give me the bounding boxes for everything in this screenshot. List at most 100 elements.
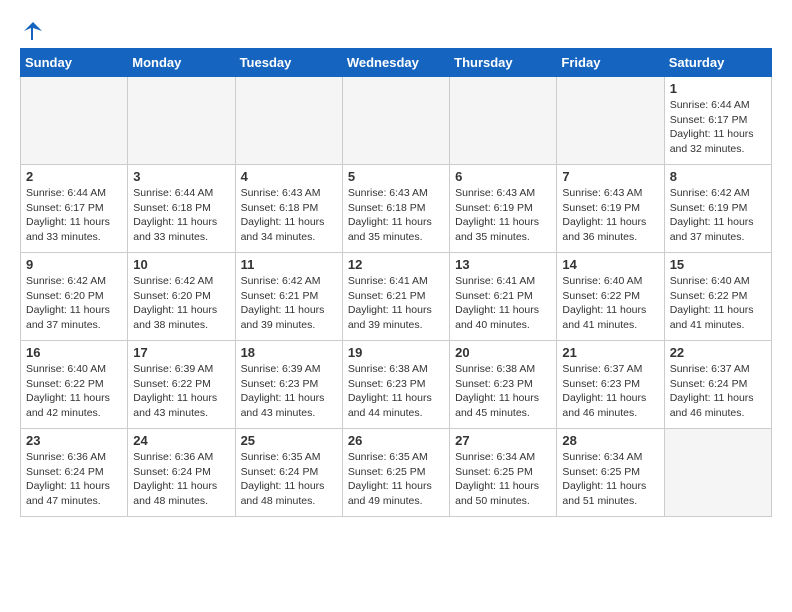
day-number: 15 — [670, 257, 766, 272]
day-info: Sunrise: 6:43 AM Sunset: 6:18 PM Dayligh… — [348, 186, 444, 245]
day-number: 9 — [26, 257, 122, 272]
calendar-cell: 20 Sunrise: 6:38 AM Sunset: 6:23 PM Dayli… — [450, 341, 557, 429]
calendar-cell — [557, 77, 664, 165]
calendar-cell — [235, 77, 342, 165]
day-info: Sunrise: 6:43 AM Sunset: 6:19 PM Dayligh… — [562, 186, 658, 245]
day-info: Sunrise: 6:42 AM Sunset: 6:20 PM Dayligh… — [26, 274, 122, 333]
calendar-cell — [450, 77, 557, 165]
page-header — [20, 20, 772, 38]
day-info: Sunrise: 6:36 AM Sunset: 6:24 PM Dayligh… — [133, 450, 229, 509]
calendar-cell: 19 Sunrise: 6:38 AM Sunset: 6:23 PM Dayli… — [342, 341, 449, 429]
day-info: Sunrise: 6:41 AM Sunset: 6:21 PM Dayligh… — [455, 274, 551, 333]
day-info: Sunrise: 6:36 AM Sunset: 6:24 PM Dayligh… — [26, 450, 122, 509]
calendar-cell: 26 Sunrise: 6:35 AM Sunset: 6:25 PM Dayli… — [342, 429, 449, 517]
day-info: Sunrise: 6:38 AM Sunset: 6:23 PM Dayligh… — [455, 362, 551, 421]
calendar-cell — [21, 77, 128, 165]
weekday-header: Sunday — [21, 49, 128, 77]
calendar-cell: 9 Sunrise: 6:42 AM Sunset: 6:20 PM Daylig… — [21, 253, 128, 341]
calendar-cell — [128, 77, 235, 165]
calendar-cell: 27Sunrise: 6:34 AM Sunset: 6:25 PM Dayli… — [450, 429, 557, 517]
day-info: Sunrise: 6:35 AM Sunset: 6:25 PM Dayligh… — [348, 450, 444, 509]
day-info: Sunrise: 6:39 AM Sunset: 6:22 PM Dayligh… — [133, 362, 229, 421]
day-number: 18 — [241, 345, 337, 360]
day-number: 17 — [133, 345, 229, 360]
day-number: 22 — [670, 345, 766, 360]
day-info: Sunrise: 6:40 AM Sunset: 6:22 PM Dayligh… — [26, 362, 122, 421]
weekday-header: Wednesday — [342, 49, 449, 77]
calendar-table: SundayMondayTuesdayWednesdayThursdayFrid… — [20, 48, 772, 517]
calendar-cell: 15 Sunrise: 6:40 AM Sunset: 6:22 PM Dayli… — [664, 253, 771, 341]
calendar-cell: 8 Sunrise: 6:42 AM Sunset: 6:19 PM Daylig… — [664, 165, 771, 253]
day-info: Sunrise: 6:37 AM Sunset: 6:24 PM Dayligh… — [670, 362, 766, 421]
day-info: Sunrise: 6:38 AM Sunset: 6:23 PM Dayligh… — [348, 362, 444, 421]
calendar-cell: 12 Sunrise: 6:41 AM Sunset: 6:21 PM Dayli… — [342, 253, 449, 341]
weekday-header: Thursday — [450, 49, 557, 77]
day-number: 27 — [455, 433, 551, 448]
day-number: 5 — [348, 169, 444, 184]
calendar-header-row: SundayMondayTuesdayWednesdayThursdayFrid… — [21, 49, 772, 77]
day-number: 2 — [26, 169, 122, 184]
day-number: 7 — [562, 169, 658, 184]
calendar-cell: 5 Sunrise: 6:43 AM Sunset: 6:18 PM Daylig… — [342, 165, 449, 253]
day-info: Sunrise: 6:42 AM Sunset: 6:21 PM Dayligh… — [241, 274, 337, 333]
calendar-week-row: 23 Sunrise: 6:36 AM Sunset: 6:24 PM Dayli… — [21, 429, 772, 517]
calendar-week-row: 16 Sunrise: 6:40 AM Sunset: 6:22 PM Dayli… — [21, 341, 772, 429]
day-info: Sunrise: 6:39 AM Sunset: 6:23 PM Dayligh… — [241, 362, 337, 421]
day-number: 13 — [455, 257, 551, 272]
day-info: Sunrise: 6:42 AM Sunset: 6:19 PM Dayligh… — [670, 186, 766, 245]
day-number: 8 — [670, 169, 766, 184]
day-number: 4 — [241, 169, 337, 184]
calendar-cell: 14 Sunrise: 6:40 AM Sunset: 6:22 PM Dayli… — [557, 253, 664, 341]
day-number: 3 — [133, 169, 229, 184]
weekday-header: Saturday — [664, 49, 771, 77]
day-info: Sunrise: 6:41 AM Sunset: 6:21 PM Dayligh… — [348, 274, 444, 333]
weekday-header: Friday — [557, 49, 664, 77]
day-number: 12 — [348, 257, 444, 272]
day-number: 24 — [133, 433, 229, 448]
calendar-cell: 11 Sunrise: 6:42 AM Sunset: 6:21 PM Dayli… — [235, 253, 342, 341]
calendar-cell: 13 Sunrise: 6:41 AM Sunset: 6:21 PM Dayli… — [450, 253, 557, 341]
day-info: Sunrise: 6:43 AM Sunset: 6:19 PM Dayligh… — [455, 186, 551, 245]
calendar-cell: 6 Sunrise: 6:43 AM Sunset: 6:19 PM Daylig… — [450, 165, 557, 253]
calendar-cell: 3 Sunrise: 6:44 AM Sunset: 6:18 PM Daylig… — [128, 165, 235, 253]
day-number: 20 — [455, 345, 551, 360]
calendar-cell: 18 Sunrise: 6:39 AM Sunset: 6:23 PM Dayli… — [235, 341, 342, 429]
day-number: 10 — [133, 257, 229, 272]
day-number: 1 — [670, 81, 766, 96]
calendar-cell: 17 Sunrise: 6:39 AM Sunset: 6:22 PM Dayli… — [128, 341, 235, 429]
calendar-cell: 4 Sunrise: 6:43 AM Sunset: 6:18 PM Daylig… — [235, 165, 342, 253]
day-info: Sunrise: 6:40 AM Sunset: 6:22 PM Dayligh… — [670, 274, 766, 333]
day-number: 19 — [348, 345, 444, 360]
calendar-cell: 21 Sunrise: 6:37 AM Sunset: 6:23 PM Dayli… — [557, 341, 664, 429]
calendar-cell: 7 Sunrise: 6:43 AM Sunset: 6:19 PM Daylig… — [557, 165, 664, 253]
day-number: 21 — [562, 345, 658, 360]
calendar-week-row: 9 Sunrise: 6:42 AM Sunset: 6:20 PM Daylig… — [21, 253, 772, 341]
calendar-cell: 24 Sunrise: 6:36 AM Sunset: 6:24 PM Dayli… — [128, 429, 235, 517]
day-info: Sunrise: 6:35 AM Sunset: 6:24 PM Dayligh… — [241, 450, 337, 509]
day-number: 6 — [455, 169, 551, 184]
day-info: Sunrise: 6:40 AM Sunset: 6:22 PM Dayligh… — [562, 274, 658, 333]
calendar-cell — [342, 77, 449, 165]
calendar-cell: 10 Sunrise: 6:42 AM Sunset: 6:20 PM Dayli… — [128, 253, 235, 341]
day-info: Sunrise: 6:43 AM Sunset: 6:18 PM Dayligh… — [241, 186, 337, 245]
calendar-cell: 28Sunrise: 6:34 AM Sunset: 6:25 PM Dayli… — [557, 429, 664, 517]
day-info: Sunrise: 6:37 AM Sunset: 6:23 PM Dayligh… — [562, 362, 658, 421]
calendar-cell: 25 Sunrise: 6:35 AM Sunset: 6:24 PM Dayli… — [235, 429, 342, 517]
day-number: 11 — [241, 257, 337, 272]
calendar-cell: 22 Sunrise: 6:37 AM Sunset: 6:24 PM Dayli… — [664, 341, 771, 429]
day-number: 14 — [562, 257, 658, 272]
calendar-week-row: 1Sunrise: 6:44 AM Sunset: 6:17 PM Daylig… — [21, 77, 772, 165]
day-number: 16 — [26, 345, 122, 360]
calendar-week-row: 2 Sunrise: 6:44 AM Sunset: 6:17 PM Daylig… — [21, 165, 772, 253]
day-number: 23 — [26, 433, 122, 448]
calendar-cell: 23 Sunrise: 6:36 AM Sunset: 6:24 PM Dayli… — [21, 429, 128, 517]
calendar-cell: 16 Sunrise: 6:40 AM Sunset: 6:22 PM Dayli… — [21, 341, 128, 429]
day-number: 25 — [241, 433, 337, 448]
weekday-header: Monday — [128, 49, 235, 77]
day-info: Sunrise: 6:44 AM Sunset: 6:18 PM Dayligh… — [133, 186, 229, 245]
day-info: Sunrise: 6:42 AM Sunset: 6:20 PM Dayligh… — [133, 274, 229, 333]
day-info: Sunrise: 6:34 AM Sunset: 6:25 PM Dayligh… — [562, 450, 658, 509]
calendar-cell — [664, 429, 771, 517]
day-info: Sunrise: 6:44 AM Sunset: 6:17 PM Dayligh… — [26, 186, 122, 245]
day-number: 26 — [348, 433, 444, 448]
